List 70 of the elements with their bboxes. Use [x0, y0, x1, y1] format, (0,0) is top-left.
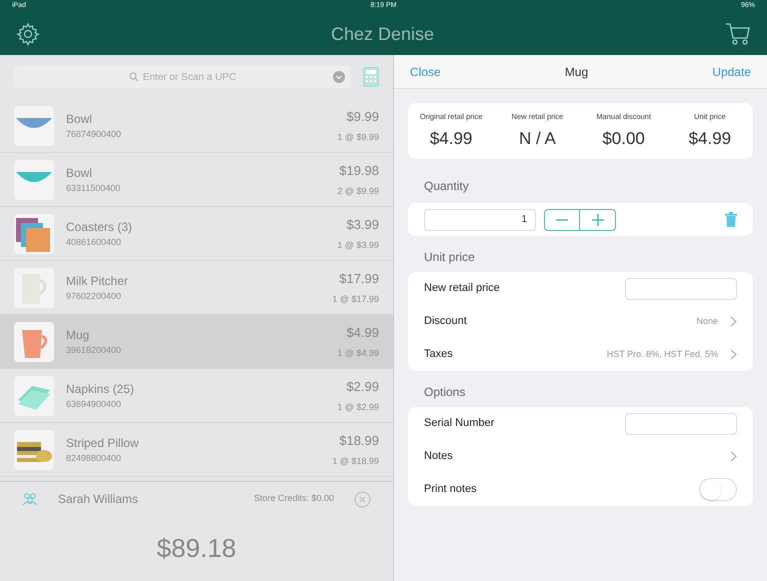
item-upc: 76874900400 — [66, 128, 122, 141]
detail-title: Mug — [564, 64, 588, 80]
item-price: $18.99 — [339, 432, 379, 450]
summary-value: N / A — [518, 128, 556, 150]
toggle-switch[interactable] — [699, 478, 737, 501]
item-name: Napkins (25) — [66, 380, 136, 398]
search-icon — [128, 72, 139, 82]
row-value: HST Pro. 8%, HST Fed. 5% — [606, 348, 718, 361]
item-upc: 82498800400 — [66, 452, 122, 465]
input-field[interactable] — [625, 412, 737, 434]
store-credits: Store Credits: $0.00 — [254, 492, 334, 506]
row-label: Print notes — [424, 482, 478, 498]
item-quantity: 1 @ $17.99 — [332, 292, 379, 306]
input-field[interactable] — [625, 278, 737, 300]
summary-value: $4.99 — [688, 128, 732, 150]
cart-total: $89.18 — [156, 532, 236, 565]
dropdown-icon[interactable] — [333, 71, 345, 83]
item-name: Coasters (3) — [66, 218, 134, 236]
chevron-icon — [730, 349, 737, 360]
section-heading: Quantity — [423, 178, 470, 195]
item-upc: 63694900400 — [66, 398, 122, 411]
item-price: $4.99 — [346, 324, 379, 342]
item-upc: 97602200400 — [66, 290, 122, 303]
cart-item[interactable]: Mug 39618200400 $4.99 1 @ $4.99 — [0, 315, 393, 369]
item-price: $2.99 — [346, 378, 379, 396]
search-field[interactable]: Enter or Scan a UPC — [14, 66, 351, 88]
item-upc: 63311500400 — [66, 182, 122, 195]
people-icon — [22, 491, 38, 507]
section-heading: Options — [423, 384, 466, 401]
item-name: Mug — [66, 326, 90, 344]
calculator-icon[interactable] — [363, 67, 379, 87]
item-price: $9.99 — [346, 108, 379, 126]
row-label: Notes — [424, 449, 454, 464]
settings-icon[interactable] — [16, 22, 40, 46]
row-label: Discount — [424, 314, 468, 330]
close-icon[interactable] — [354, 490, 371, 508]
minus-icon — [556, 218, 568, 220]
chevron-icon — [730, 316, 737, 327]
item-quantity: 1 @ $4.99 — [337, 346, 379, 360]
quantity-stepper[interactable] — [544, 208, 616, 230]
summary-value: $0.00 — [602, 128, 645, 150]
item-name: Milk Pitcher — [66, 272, 130, 290]
summary-value: $4.99 — [430, 128, 472, 150]
item-price: $3.99 — [346, 216, 379, 234]
item-upc: 39618200400 — [66, 344, 122, 357]
update-button[interactable]: Update — [712, 62, 751, 80]
plus-icon — [592, 214, 604, 226]
quantity-field[interactable]: 1 — [424, 208, 536, 230]
item-upc: 40861600400 — [66, 236, 122, 249]
item-price: $19.98 — [339, 162, 379, 180]
section-heading: Unit price — [423, 249, 476, 266]
chevron-icon — [730, 451, 737, 462]
item-quantity: 1 @ $3.99 — [337, 238, 379, 252]
item-price: $17.99 — [339, 270, 379, 288]
trash-icon[interactable] — [725, 212, 737, 227]
item-name: Bowl — [66, 164, 94, 182]
row-label: Serial Number — [424, 416, 496, 432]
row-label: New retail price — [424, 281, 501, 296]
item-quantity: 1 @ $2.99 — [337, 400, 379, 414]
item-quantity: 1 @ $9.99 — [337, 130, 379, 144]
store-title: Chez Denise — [330, 22, 434, 46]
row-label: Taxes — [424, 347, 454, 362]
customer-name: Sarah Williams — [58, 491, 140, 508]
item-quantity: 1 @ $18.99 — [332, 454, 379, 468]
cart-icon[interactable] — [725, 22, 751, 46]
item-name: Bowl — [66, 110, 94, 128]
item-quantity: 2 @ $9.99 — [337, 184, 379, 198]
item-name: Striped Pillow — [66, 434, 140, 452]
row-value: None — [696, 314, 718, 328]
close-button[interactable]: Close — [410, 62, 441, 80]
